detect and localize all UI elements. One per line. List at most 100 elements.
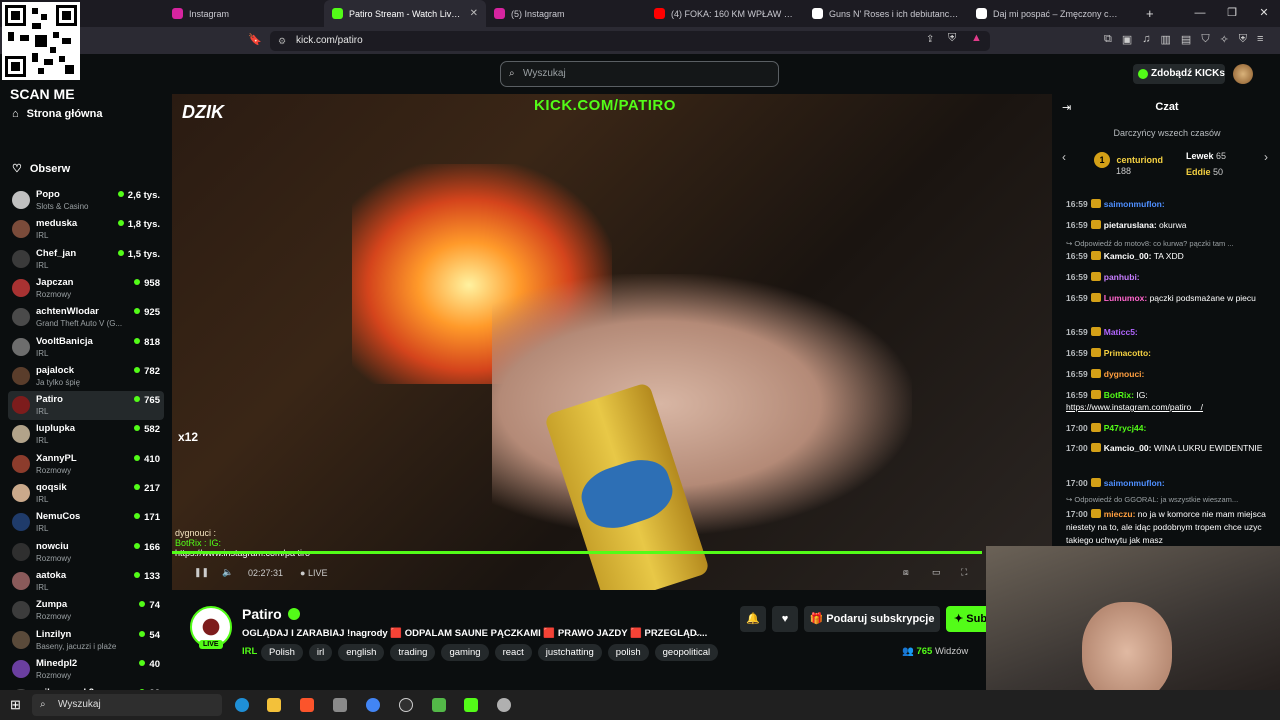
chrome-icon[interactable] bbox=[366, 698, 380, 712]
fullscreen-icon[interactable]: ⛶ bbox=[961, 567, 967, 578]
channel-item[interactable]: Zumpa Rozmowy 74 bbox=[8, 596, 164, 625]
clip-icon[interactable]: ⧈ bbox=[903, 567, 909, 578]
stream-tag[interactable]: trading bbox=[390, 644, 436, 661]
chat-username[interactable]: mieczu: bbox=[1104, 509, 1136, 519]
obs-icon[interactable] bbox=[399, 698, 413, 712]
screenshot-icon[interactable]: ▣ bbox=[1122, 33, 1132, 46]
channel-item[interactable]: qoqsik IRL 217 bbox=[8, 479, 164, 508]
play-icon[interactable]: ❚❚ bbox=[194, 567, 209, 578]
channel-item[interactable]: Japczan Rozmowy 958 bbox=[8, 274, 164, 303]
chat-username[interactable]: panhubi: bbox=[1104, 272, 1140, 282]
taskbar-search[interactable]: ⌕ Wyszukaj bbox=[32, 694, 222, 716]
channel-item[interactable]: aatoka IRL 133 bbox=[8, 567, 164, 596]
chevron-left-icon[interactable]: ‹ bbox=[1062, 150, 1066, 164]
channel-item[interactable]: Minedpl2 Rozmowy 40 bbox=[8, 655, 164, 684]
chat-link[interactable]: https://www.instagram.com/patiro__/ bbox=[1066, 401, 1272, 414]
bookmark-icon[interactable]: 🔖 bbox=[248, 33, 262, 46]
wallet-icon[interactable]: ▤ bbox=[1181, 33, 1191, 46]
rewards-icon[interactable]: ▲ bbox=[971, 32, 982, 44]
channel-item[interactable]: luplupka IRL 582 bbox=[8, 420, 164, 449]
app-icon[interactable] bbox=[497, 698, 511, 712]
stream-tag[interactable]: geopolitical bbox=[654, 644, 719, 661]
chat-username[interactable]: saimonmuflon: bbox=[1104, 199, 1165, 209]
brave-icon[interactable] bbox=[300, 698, 314, 712]
app-icon[interactable] bbox=[333, 698, 347, 712]
windows-start-icon[interactable]: ⊞ bbox=[10, 697, 21, 713]
new-tab-button[interactable]: + bbox=[1146, 6, 1154, 21]
file-explorer-icon[interactable] bbox=[267, 698, 281, 712]
shield-icon[interactable]: ⛨ bbox=[948, 32, 956, 45]
chat-username[interactable]: saimonmuflon: bbox=[1104, 478, 1165, 488]
menu-icon[interactable]: ≡ bbox=[1257, 33, 1263, 46]
chat-text: okurwa bbox=[1159, 220, 1187, 230]
chat-username[interactable]: pietaruslana: bbox=[1104, 220, 1157, 230]
chat-username[interactable]: Maticc5: bbox=[1104, 327, 1138, 337]
chat-reply-context: ↪ Odpowiedź do motov8: co kurwa? pączki … bbox=[1066, 239, 1234, 248]
edge-icon[interactable] bbox=[235, 698, 249, 712]
chevron-right-icon[interactable]: › bbox=[1264, 150, 1268, 164]
chevron-down-icon[interactable]: ⌄ bbox=[694, 628, 702, 639]
video-progress-bar[interactable] bbox=[172, 551, 982, 554]
volume-icon[interactable]: 🔈 bbox=[222, 567, 233, 578]
vpn-icon[interactable]: ⛉ bbox=[1201, 33, 1209, 46]
notification-bell-button[interactable]: 🔔 bbox=[740, 606, 766, 632]
leo-icon[interactable]: ✧ bbox=[1220, 33, 1229, 46]
kick-icon[interactable] bbox=[464, 698, 478, 712]
channel-item[interactable]: achtenWlodar Grand Theft Auto V (G... 92… bbox=[8, 303, 164, 332]
close-window-button[interactable]: ✕ bbox=[1248, 0, 1280, 27]
channel-item[interactable]: Chef_jan IRL 1,5 tys. bbox=[8, 245, 164, 274]
stream-tag[interactable]: Polish bbox=[261, 644, 303, 661]
chat-username[interactable]: Kamcio_00: bbox=[1104, 443, 1152, 453]
site-info-icon[interactable]: ⚙ bbox=[278, 31, 286, 51]
shield-icon[interactable]: ⛨ bbox=[1239, 33, 1247, 46]
chat-username[interactable]: Primacotto: bbox=[1104, 348, 1151, 358]
nav-following[interactable]: ♡ Obserw bbox=[12, 162, 70, 176]
chat-username[interactable]: dygnouci: bbox=[1104, 369, 1145, 379]
stream-tag[interactable]: english bbox=[338, 644, 385, 661]
video-player[interactable]: DZIK KICK.COM/PATIRO x12 dygnouci : BotR… bbox=[172, 94, 1052, 590]
app-icon[interactable] bbox=[432, 698, 446, 712]
browser-tab[interactable]: (4) FOKA: 160 KM WPŁAW PRZEZ BA bbox=[646, 0, 804, 27]
chat-username[interactable]: P47rycj44: bbox=[1104, 423, 1147, 433]
search-input[interactable]: ⌕ Wyszukaj bbox=[500, 61, 779, 87]
channel-item[interactable]: XannyPL Rozmowy 410 bbox=[8, 450, 164, 479]
channel-item[interactable]: VooltBanicja IRL 818 bbox=[8, 333, 164, 362]
channel-item[interactable]: nowciu Rozmowy 166 bbox=[8, 538, 164, 567]
stream-tag[interactable]: polish bbox=[607, 644, 649, 661]
music-icon[interactable]: ♫ bbox=[1142, 33, 1150, 46]
stream-tag[interactable]: react bbox=[494, 644, 532, 661]
nav-home[interactable]: ⌂ Strona główna bbox=[12, 108, 102, 120]
minimize-button[interactable]: — bbox=[1184, 0, 1216, 27]
browser-tab[interactable]: Patiro Stream - Watch Live o ✕ bbox=[324, 0, 486, 27]
chat-username[interactable]: BotRix: bbox=[1104, 390, 1134, 400]
channel-item[interactable]: Popo Slots & Casino 2,6 tys. bbox=[8, 186, 164, 215]
streamer-name[interactable]: Patiro bbox=[242, 606, 282, 622]
maximize-button[interactable]: ❐ bbox=[1216, 0, 1248, 27]
chat-username[interactable]: Kamcio_00: bbox=[1104, 251, 1152, 261]
close-tab-icon[interactable]: ✕ bbox=[470, 8, 478, 19]
channel-item[interactable]: NemuCos IRL 171 bbox=[8, 508, 164, 537]
follow-heart-button[interactable]: ♥ bbox=[772, 606, 798, 632]
channel-item[interactable]: meduska IRL 1,8 tys. bbox=[8, 215, 164, 244]
stream-tag[interactable]: irl bbox=[308, 644, 333, 661]
theater-icon[interactable]: ▭ bbox=[932, 567, 941, 578]
channel-item[interactable]: Patiro IRL 765 bbox=[8, 391, 164, 421]
share-icon[interactable]: ⇪ bbox=[926, 34, 934, 45]
sidebar-icon[interactable]: ▥ bbox=[1161, 33, 1171, 46]
url-field[interactable]: ⚙ kick.com/patiro bbox=[270, 31, 990, 51]
extension-icon[interactable]: ⧉ bbox=[1104, 33, 1112, 46]
browser-tab[interactable]: Guns N' Roses i ich debiutancki albu bbox=[804, 0, 968, 27]
browser-tab[interactable]: (5) Instagram bbox=[486, 0, 646, 27]
stream-tag[interactable]: justchatting bbox=[537, 644, 602, 661]
user-avatar[interactable] bbox=[1233, 64, 1253, 84]
stream-category[interactable]: IRL bbox=[242, 646, 257, 657]
chat-username[interactable]: Lumumox: bbox=[1104, 293, 1147, 303]
chat-link-text[interactable]: https://www.instagram.com/patiro__/ bbox=[1066, 402, 1203, 412]
gift-subscription-button[interactable]: 🎁 Podaruj subskrypcje bbox=[804, 606, 940, 632]
get-kicks-button[interactable]: Zdobądź KICKs bbox=[1133, 64, 1225, 84]
stream-tag[interactable]: gaming bbox=[441, 644, 489, 661]
channel-item[interactable]: Linzilyn Baseny, jacuzzi i plaże 54 bbox=[8, 626, 164, 655]
browser-tab[interactable]: Daj mi pospać – Zmęczony codz bbox=[968, 0, 1126, 27]
browser-tab[interactable]: Instagram bbox=[164, 0, 324, 27]
channel-item[interactable]: pajalock Ja tylko śpię 782 bbox=[8, 362, 164, 391]
